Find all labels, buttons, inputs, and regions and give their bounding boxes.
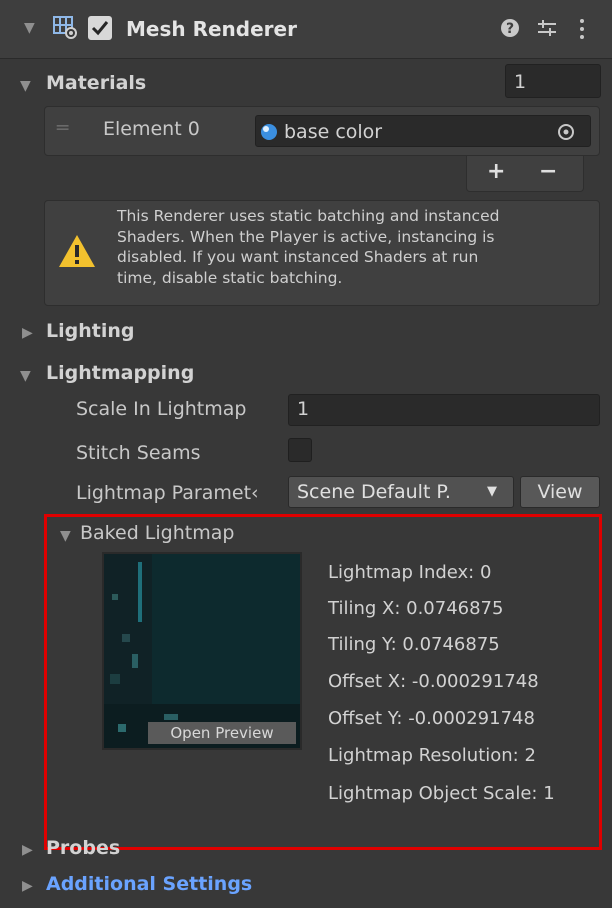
view-button[interactable]: View <box>520 476 600 508</box>
probes-foldout-icon[interactable]: ▶ <box>22 842 33 858</box>
tiling-x: Tiling X: 0.0746875 <box>328 598 504 619</box>
drag-handle-icon[interactable]: ═ <box>57 117 68 139</box>
lightmap-preview[interactable]: Open Preview <box>102 552 302 750</box>
lightmapping-label[interactable]: Lightmapping <box>46 362 194 384</box>
add-element-button[interactable]: + <box>487 159 505 184</box>
lighting-foldout-icon[interactable]: ▶ <box>22 325 33 341</box>
warning-text: This Renderer uses static batching and i… <box>117 206 499 288</box>
scale-in-lightmap-label: Scale In Lightmap <box>76 398 247 420</box>
lightmap-index: Lightmap Index: 0 <box>328 562 492 583</box>
materials-count-field[interactable]: 1 <box>505 64 601 98</box>
lightmap-texture-image <box>104 554 300 748</box>
material-name: base color <box>284 121 383 143</box>
warning-line: Shaders. When the Player is active, inst… <box>117 227 495 246</box>
lightmap-resolution: Lightmap Resolution: 2 <box>328 745 536 766</box>
offset-y: Offset Y: -0.000291748 <box>328 708 535 729</box>
checkmark-icon <box>91 21 109 36</box>
lighting-label[interactable]: Lighting <box>46 320 134 342</box>
component-header: ▼ Mesh Renderer ? <box>0 0 612 59</box>
mesh-renderer-icon <box>53 16 77 39</box>
baked-lightmap-foldout-icon[interactable]: ▼ <box>60 528 71 544</box>
stitch-seams-checkbox[interactable] <box>288 438 312 462</box>
additional-settings-foldout-icon[interactable]: ▶ <box>22 878 33 894</box>
component-title: Mesh Renderer <box>126 17 297 41</box>
warning-line: time, disable static batching. <box>117 268 343 287</box>
warning-helpbox: This Renderer uses static batching and i… <box>44 200 600 306</box>
kebab-menu-icon[interactable] <box>578 18 586 40</box>
materials-foldout-icon[interactable]: ▼ <box>20 78 31 94</box>
lightmapping-foldout-icon[interactable]: ▼ <box>20 368 31 384</box>
lightmap-parameters-dropdown[interactable]: Scene Default P. ▼ <box>288 476 514 508</box>
lightmap-object-scale: Lightmap Object Scale: 1 <box>328 783 555 804</box>
remove-element-button[interactable]: − <box>539 159 557 184</box>
additional-settings-label[interactable]: Additional Settings <box>46 873 252 895</box>
help-icon[interactable]: ? <box>500 18 520 38</box>
warning-icon <box>59 235 95 267</box>
stitch-seams-label: Stitch Seams <box>76 442 201 464</box>
scale-in-lightmap-field[interactable]: 1 <box>288 394 600 426</box>
tiling-y: Tiling Y: 0.0746875 <box>328 634 500 655</box>
foldout-arrow-icon[interactable]: ▼ <box>24 20 35 36</box>
list-footer: + − <box>466 156 584 192</box>
baked-lightmap-label[interactable]: Baked Lightmap <box>80 522 234 544</box>
probes-label[interactable]: Probes <box>46 837 120 859</box>
open-preview-button[interactable]: Open Preview <box>148 722 296 744</box>
element-0-label: Element 0 <box>103 118 200 140</box>
object-picker-icon[interactable] <box>556 122 576 142</box>
dropdown-arrow-icon: ▼ <box>487 484 497 499</box>
presets-sliders-icon[interactable] <box>536 18 558 38</box>
warning-line: This Renderer uses static batching and i… <box>117 207 500 225</box>
enabled-checkbox[interactable] <box>88 16 112 40</box>
svg-text:?: ? <box>506 21 514 37</box>
materials-list: ═ Element 0 base color <box>44 106 600 156</box>
dropdown-value: Scene Default P. <box>297 481 451 503</box>
offset-x: Offset X: -0.000291748 <box>328 671 539 692</box>
materials-label[interactable]: Materials <box>46 72 146 94</box>
warning-line: disabled. If you want instanced Shaders … <box>117 248 479 266</box>
material-sphere-icon <box>261 124 277 140</box>
material-object-field[interactable]: base color <box>255 115 591 147</box>
lightmap-parameters-label: Lightmap Paramet‹ <box>76 482 259 504</box>
